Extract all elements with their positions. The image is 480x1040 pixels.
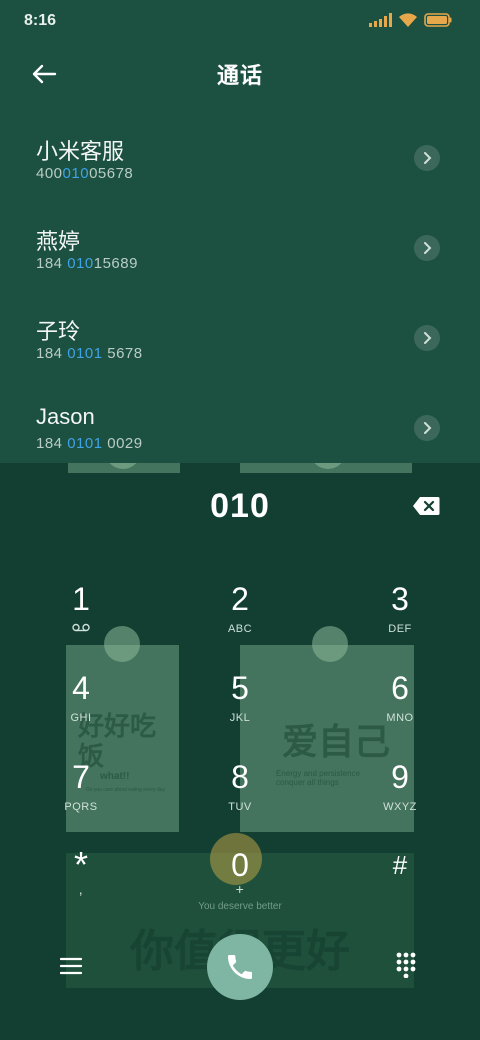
- dialpad-icon: [396, 952, 416, 979]
- key-hash[interactable]: #: [345, 847, 455, 927]
- key-6[interactable]: 6 MNO: [345, 670, 455, 750]
- contact-number: 40001005678: [36, 165, 134, 182]
- key-4[interactable]: 4 GHI: [26, 670, 136, 750]
- backspace-button[interactable]: [412, 496, 442, 518]
- wifi-icon: [398, 12, 418, 28]
- chevron-right-icon: [424, 422, 432, 434]
- contact-number: 184 0101 0029: [36, 435, 143, 452]
- key-8[interactable]: 8 TUV: [185, 759, 295, 839]
- chevron-right-icon: [424, 332, 432, 344]
- contact-name: 燕婷: [36, 229, 81, 254]
- menu-button[interactable]: [59, 957, 84, 977]
- contact-name: 子玲: [36, 319, 81, 344]
- dialer-action-bar: [0, 920, 480, 1010]
- key-9[interactable]: 9 WXYZ: [345, 759, 455, 839]
- page-title: 通话: [216, 63, 263, 88]
- keypad-toggle-button[interactable]: [396, 952, 418, 980]
- backspace-icon: [413, 497, 440, 515]
- dial-number-display: 010: [210, 487, 270, 525]
- header: 通话: [0, 44, 480, 100]
- key-star[interactable]: * ,: [26, 847, 136, 927]
- contact-detail-button[interactable]: [414, 415, 440, 441]
- voicemail-icon: [26, 623, 136, 635]
- menu-icon: [59, 957, 83, 975]
- key-3[interactable]: 3 DEF: [345, 581, 455, 661]
- status-time: 8:16: [24, 12, 57, 29]
- list-item[interactable]: Jason 184 0101 0029: [0, 382, 480, 472]
- key-2[interactable]: 2 ABC: [185, 581, 295, 661]
- status-bar: 8:16: [0, 0, 480, 40]
- list-item[interactable]: 燕婷 184 01015689: [0, 202, 480, 292]
- phone-icon: [228, 955, 252, 979]
- contact-list: 小米客服 40001005678 燕婷 184 01015689 子玲 184 …: [0, 112, 480, 472]
- chevron-right-icon: [424, 242, 432, 254]
- contact-detail-button[interactable]: [414, 235, 440, 261]
- contact-detail-button[interactable]: [414, 145, 440, 171]
- battery-icon: [424, 13, 452, 27]
- key-7[interactable]: 7 PQRS: [26, 759, 136, 839]
- key-0[interactable]: 0 +: [185, 847, 295, 927]
- contact-number: 184 0101 5678: [36, 345, 143, 362]
- key-5[interactable]: 5 JKL: [185, 670, 295, 750]
- dial-panel: 好好吃饭 what!! Do you care about eating eve…: [0, 463, 480, 1040]
- contact-detail-button[interactable]: [414, 325, 440, 351]
- list-item[interactable]: 子玲 184 0101 5678: [0, 292, 480, 382]
- status-icons: [369, 12, 452, 28]
- key-1[interactable]: 1: [26, 581, 136, 661]
- contact-name: 小米客服: [36, 139, 125, 164]
- list-item[interactable]: 小米客服 40001005678: [0, 112, 480, 202]
- contact-name: Jason: [36, 404, 95, 429]
- signal-icon: [369, 13, 392, 27]
- call-button[interactable]: [207, 934, 273, 1000]
- contact-number: 184 01015689: [36, 255, 138, 272]
- wallpaper-pin: [312, 626, 348, 662]
- chevron-right-icon: [424, 152, 432, 164]
